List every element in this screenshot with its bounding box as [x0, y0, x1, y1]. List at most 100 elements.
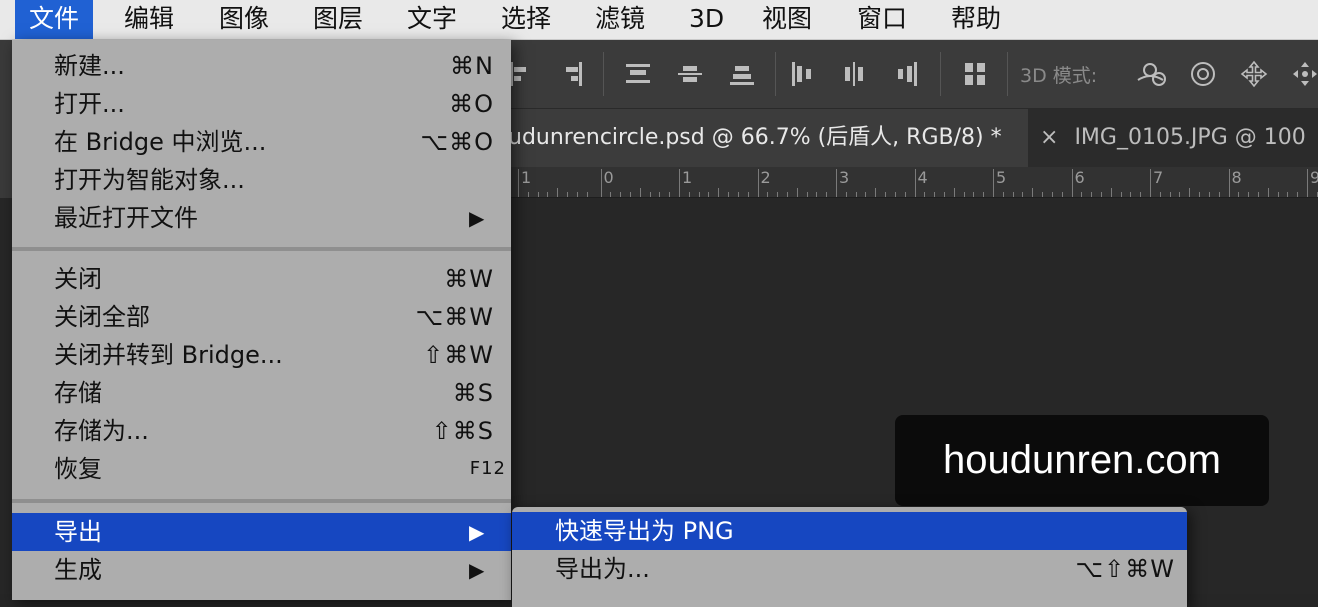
menu-help[interactable]: 帮助 [951, 0, 1001, 39]
align-top-icon[interactable] [624, 60, 652, 88]
tab-active-document[interactable]: udunrencircle.psd @ 66.7% (后盾人, RGB/8) * [500, 109, 1028, 167]
ruler-label: 3 [839, 168, 850, 187]
menu-item-label: 存储 [54, 379, 102, 407]
ruler-major-tick [1228, 169, 1230, 197]
submenu-arrow-icon: ▶ [469, 520, 485, 544]
menu-item-label: 生成 [54, 556, 102, 584]
ruler-minor-tick [1061, 192, 1063, 197]
menu-item-close-and-go-to-bridge[interactable]: 关闭并转到 Bridge... ⇧⌘W [12, 336, 511, 374]
ruler-minor-tick [1257, 192, 1259, 197]
menu-item-save-as[interactable]: 存储为... ⇧⌘S [12, 412, 511, 450]
menu-type[interactable]: 文字 [407, 0, 457, 39]
ruler-major-tick [1071, 169, 1073, 197]
ruler-minor-tick [728, 192, 730, 197]
menu-item-shortcut: ⌥⇧⌘W [1075, 555, 1175, 583]
ruler-minor-tick [1002, 192, 1004, 197]
ruler-minor-tick [1159, 192, 1161, 197]
ruler-minor-tick [747, 192, 749, 197]
tab-img-0105[interactable]: × IMG_0105.JPG @ 100 [1040, 109, 1306, 167]
ruler-major-tick [914, 169, 916, 197]
ruler-minor-tick [557, 188, 559, 197]
ruler-major-tick [600, 169, 602, 197]
divider [940, 52, 941, 96]
menu-item-browse-in-bridge[interactable]: 在 Bridge 中浏览... ⌥⌘O [12, 123, 511, 161]
menu-item-label: 最近打开文件 [54, 204, 198, 232]
menu-file[interactable]: 文件 [15, 0, 94, 39]
menu-item-label: 关闭并转到 Bridge... [54, 341, 283, 369]
menu-item-label: 关闭 [54, 265, 102, 293]
menu-item-save[interactable]: 存储 ⌘S [12, 374, 511, 412]
ruler-minor-tick [1091, 192, 1093, 197]
menu-item-open-recent[interactable]: 最近打开文件 ▶ [12, 199, 511, 237]
ruler-minor-tick [1110, 188, 1112, 197]
menu-filter[interactable]: 滤镜 [595, 0, 645, 39]
align-bottom-icon[interactable] [728, 60, 756, 88]
menu-item-shortcut: ⌥⌘W [415, 303, 494, 331]
menu-3d[interactable]: 3D [689, 0, 724, 39]
menu-item-open[interactable]: 打开... ⌘O [12, 85, 511, 123]
ruler-minor-tick [1140, 192, 1142, 197]
ruler-minor-tick [1179, 192, 1181, 197]
ruler-minor-tick [845, 192, 847, 197]
slide-3d-icon[interactable] [1291, 60, 1318, 88]
ruler-major-tick [757, 169, 759, 197]
roll-3d-icon[interactable] [1189, 60, 1217, 88]
menu-item-open-as-smart-object[interactable]: 打开为智能对象... [12, 161, 511, 199]
orbit-3d-icon[interactable] [1135, 60, 1169, 88]
menu-item-shortcut: ⇧⌘S [431, 417, 494, 445]
ruler-minor-tick [1081, 192, 1083, 197]
ruler-minor-tick [629, 192, 631, 197]
align-right-icon[interactable] [556, 60, 584, 88]
ruler-minor-tick [1267, 188, 1269, 197]
ruler-label: 2 [760, 168, 771, 187]
ruler-minor-tick [1208, 192, 1210, 197]
menu-item-new[interactable]: 新建... ⌘N [12, 47, 511, 85]
ruler-minor-tick [708, 192, 710, 197]
menu-item-export[interactable]: 导出 ▶ [12, 513, 511, 551]
menu-view[interactable]: 视图 [762, 0, 812, 39]
ruler-minor-tick [973, 192, 975, 197]
menu-select[interactable]: 选择 [501, 0, 551, 39]
menu-item-shortcut: ⇧⌘W [423, 341, 494, 369]
ruler-minor-tick [1120, 192, 1122, 197]
menu-edit[interactable]: 编辑 [124, 0, 174, 39]
menu-image[interactable]: 图像 [219, 0, 269, 39]
ruler-minor-tick [620, 192, 622, 197]
ruler-label: 7 [1153, 168, 1164, 187]
menu-item-revert[interactable]: 恢复 F12 [12, 450, 511, 488]
menu-item-generate[interactable]: 生成 ▶ [12, 551, 511, 589]
export-submenu: 快速导出为 PNG 导出为... ⌥⇧⌘W [512, 507, 1187, 607]
align-left-edge-icon[interactable] [508, 60, 536, 88]
ruler-minor-tick [698, 192, 700, 197]
close-icon[interactable]: × [1040, 125, 1058, 150]
ruler-major-tick [1150, 169, 1151, 197]
ruler-minor-tick [649, 192, 651, 197]
menu-item-label: 恢复 [54, 455, 102, 483]
ruler-minor-tick [1277, 192, 1279, 197]
distribute-right-icon[interactable] [893, 60, 921, 88]
divider [775, 52, 776, 96]
pan-3d-icon[interactable] [1240, 60, 1268, 88]
auto-align-icon[interactable] [961, 60, 989, 88]
ruler-minor-tick [737, 192, 739, 197]
ruler-major-tick [836, 169, 837, 197]
menu-item-quick-export-png[interactable]: 快速导出为 PNG [512, 512, 1187, 550]
menu-item-close[interactable]: 关闭 ⌘W [12, 260, 511, 298]
ruler-minor-tick [963, 192, 965, 197]
submenu-arrow-icon: ▶ [469, 558, 485, 582]
ruler-minor-tick [924, 192, 926, 197]
ruler-minor-tick [610, 192, 612, 197]
menu-window[interactable]: 窗口 [857, 0, 907, 39]
menu-item-close-all[interactable]: 关闭全部 ⌥⌘W [12, 298, 511, 336]
align-vcenter-icon[interactable] [676, 60, 704, 88]
ruler-minor-tick [934, 192, 936, 197]
menu-item-label: 导出为... [555, 555, 650, 583]
menu-item-export-as[interactable]: 导出为... ⌥⇧⌘W [512, 550, 1187, 588]
distribute-left-icon[interactable] [788, 60, 816, 88]
ruler-minor-tick [1012, 192, 1014, 197]
ruler-label: 5 [996, 168, 1007, 187]
distribute-hcenter-icon[interactable] [840, 60, 868, 88]
ruler-label: 9 [1310, 168, 1318, 187]
menu-layer[interactable]: 图层 [313, 0, 363, 39]
ruler-label: 1 [682, 168, 693, 187]
